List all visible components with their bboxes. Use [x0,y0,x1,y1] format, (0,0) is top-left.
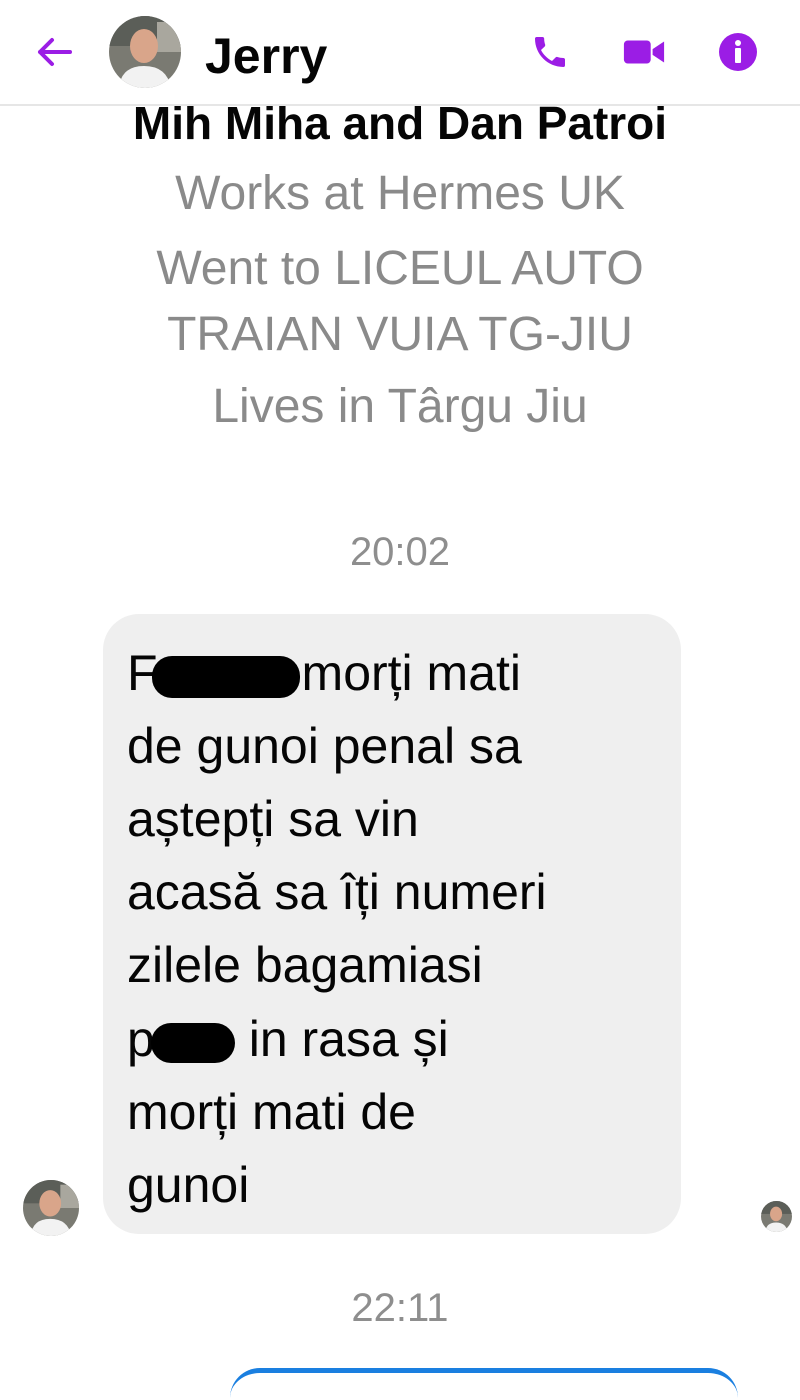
redaction-mark [151,655,300,698]
info-button[interactable] [716,30,760,74]
message-text: in rasa și [234,1011,449,1067]
message-line: de gunoi penal sa [127,718,522,774]
video-call-button[interactable] [622,30,666,74]
message-timestamp: 20:02 [349,530,451,574]
contact-name[interactable]: Jerry [205,24,327,88]
back-button[interactable] [30,30,78,74]
message-timestamp: 22:11 [351,1286,449,1330]
phone-icon [535,37,565,67]
profile-education: Went to LICEUL AUTO [156,242,644,295]
message-line: gunoi [127,1157,250,1213]
info-icon [719,33,757,71]
message-line: acasă sa îți numeri [127,864,547,920]
call-button[interactable] [528,30,572,74]
message-line: Fmorți mati [127,643,521,703]
seen-indicator-avatar [761,1201,792,1232]
back-arrow-icon [38,38,72,66]
redaction-mark [150,1022,235,1063]
next-message-bubble-edge [230,1368,738,1400]
message-line: p in rasa și [127,1009,449,1069]
profile-work: Works at Hermes UK [175,167,625,220]
sender-avatar[interactable] [23,1180,79,1236]
profile-location: Lives in Târgu Jiu [212,380,588,433]
video-camera-icon [623,40,665,64]
message-text: morți mati [301,645,522,701]
chat-header: Jerry [0,0,800,106]
contact-avatar[interactable] [109,16,181,88]
message-line: aștepți sa vin [127,791,419,847]
profile-education-cont: TRAIAN VUIA TG-JIU [167,308,633,361]
message-line: zilele bagamiasi [127,937,483,993]
message-line: morți mati de [127,1084,416,1140]
